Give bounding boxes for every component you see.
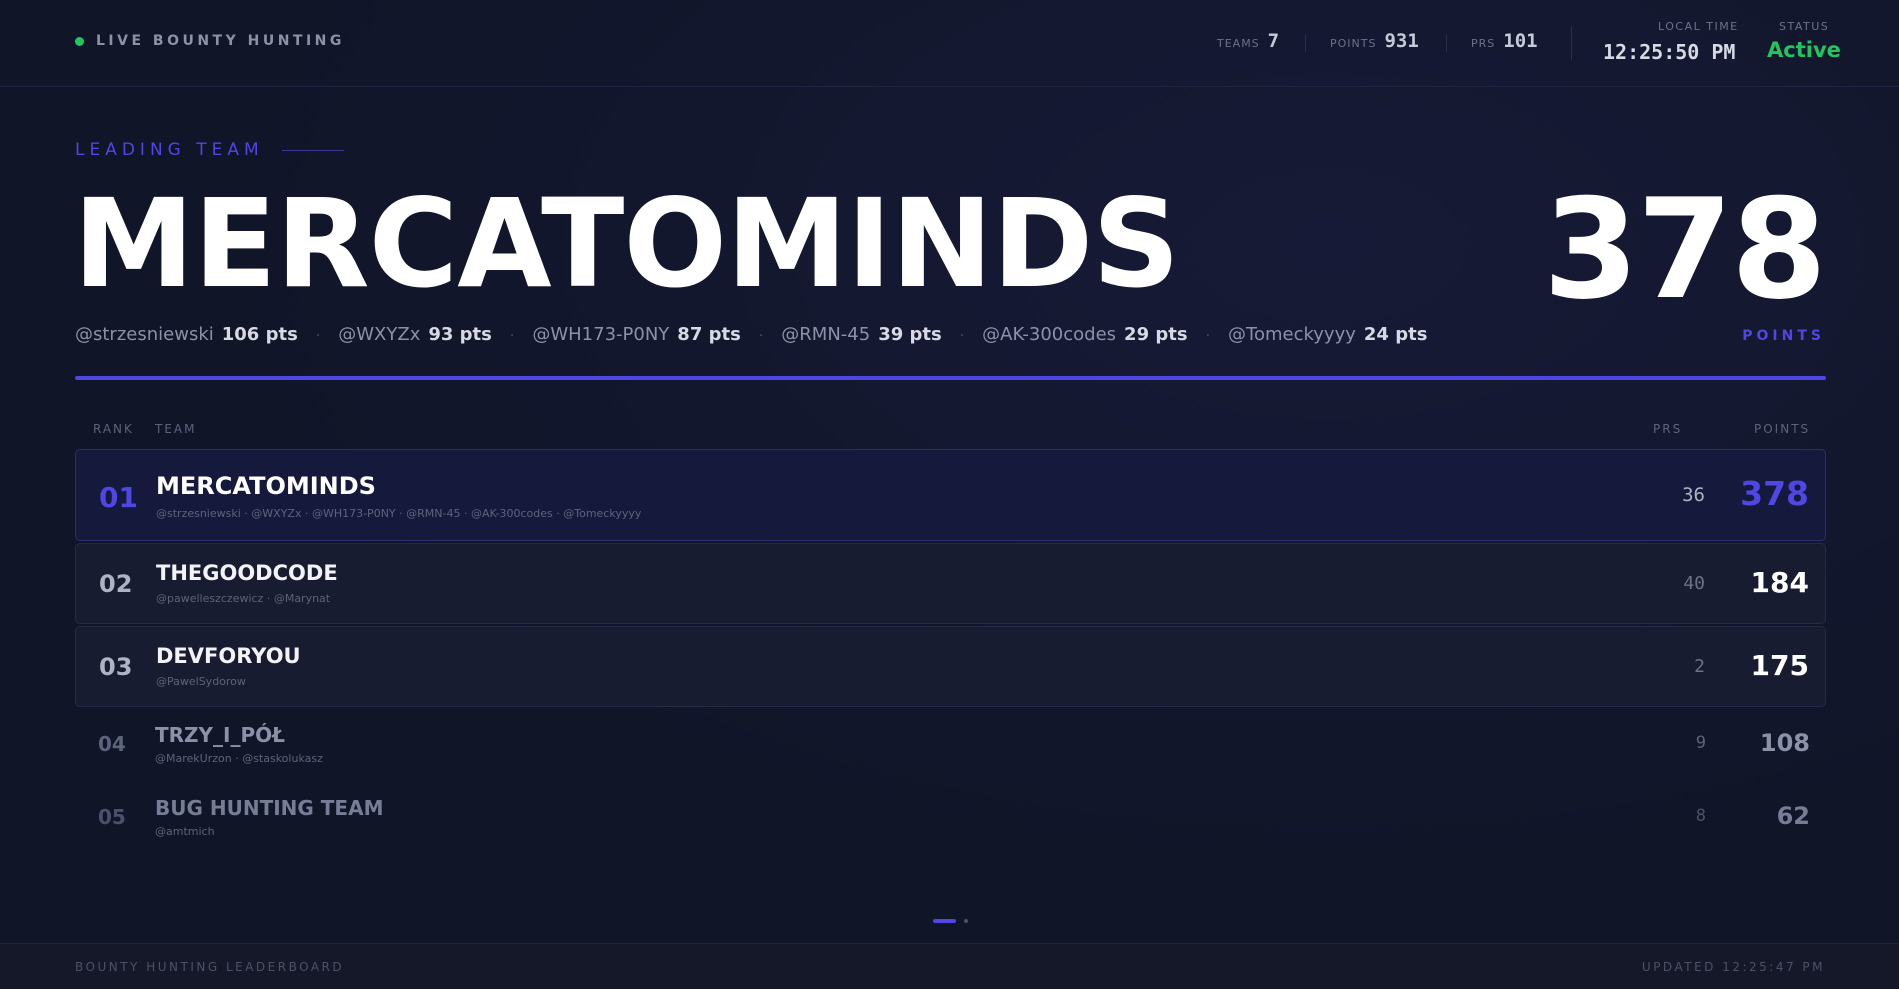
- member-points: 106 pts: [221, 324, 298, 345]
- column-header-rank: RANK: [93, 422, 134, 436]
- member-points: 87 pts: [677, 324, 741, 345]
- member-points: 39 pts: [878, 324, 942, 345]
- top-bar: LIVE BOUNTY HUNTING TEAMS 7 POINTS 931 P…: [0, 0, 1899, 87]
- leading-team-points: 378: [1542, 169, 1827, 330]
- member-handle: @WH173-P0NY: [532, 324, 670, 345]
- footer-title: BOUNTY HUNTING LEADERBOARD: [75, 960, 345, 974]
- separator: ·: [1205, 328, 1211, 344]
- member-points: 29 pts: [1124, 324, 1188, 345]
- row-team-members: @pawelleszczewicz · @Marynat: [156, 592, 331, 605]
- member-handle: @WXYZx: [338, 324, 421, 345]
- row-rank: 05: [98, 805, 126, 829]
- status-label: STATUS: [1779, 20, 1830, 33]
- page-dot-active[interactable]: [933, 919, 956, 923]
- table-row[interactable]: 02 THEGOODCODE @pawelleszczewicz · @Mary…: [75, 543, 1826, 624]
- divider: [1571, 26, 1572, 60]
- brand-title: LIVE BOUNTY HUNTING: [96, 33, 345, 49]
- stat-prs-value: 101: [1503, 30, 1538, 52]
- row-points: 108: [1759, 729, 1810, 757]
- row-points: 175: [1750, 649, 1809, 682]
- stat-prs-label: PRS: [1471, 37, 1496, 50]
- row-team-name: BUG HUNTING TEAM: [155, 796, 384, 820]
- row-rank: 03: [99, 653, 133, 681]
- footer: BOUNTY HUNTING LEADERBOARD UPDATED 12:25…: [0, 943, 1899, 989]
- local-time-label: LOCAL TIME: [1658, 20, 1739, 33]
- table-row[interactable]: 05 BUG HUNTING TEAM @amtmich 8 62: [75, 782, 1826, 852]
- footer-updated: UPDATED 12:25:47 PM: [1641, 960, 1825, 974]
- row-points: 184: [1750, 566, 1809, 599]
- stat-prs: PRS 101: [1471, 30, 1538, 52]
- row-team-members: @strzesniewski · @WXYZx · @WH173-P0NY · …: [156, 507, 642, 520]
- separator: ·: [758, 328, 764, 344]
- row-points: 62: [1776, 802, 1810, 830]
- separator: ·: [315, 328, 321, 344]
- divider: [1446, 34, 1447, 52]
- leading-team-label: LEADING TEAM: [75, 140, 264, 160]
- brand: LIVE BOUNTY HUNTING: [75, 33, 345, 49]
- separator: ·: [959, 328, 965, 344]
- row-points: 378: [1740, 474, 1809, 513]
- row-team-name: MERCATOMINDS: [156, 472, 376, 500]
- points-caption: POINTS: [1742, 328, 1825, 344]
- page-dot[interactable]: [964, 919, 968, 923]
- page-indicator: [933, 919, 968, 923]
- member-handle: @strzesniewski: [75, 324, 214, 345]
- column-header-team: TEAM: [155, 422, 197, 436]
- stat-points-label: POINTS: [1330, 37, 1377, 50]
- stat-teams: TEAMS 7: [1217, 30, 1279, 52]
- leading-team-name: MERCATOMINDS: [73, 173, 1180, 315]
- row-prs: 8: [1695, 806, 1706, 826]
- member-points: 24 pts: [1363, 324, 1428, 345]
- table-row[interactable]: 04 TRZY_I_PÓŁ @MarekUrzon · @staskolukas…: [75, 709, 1826, 779]
- row-prs: 2: [1694, 656, 1705, 677]
- table-row[interactable]: 01 MERCATOMINDS @strzesniewski · @WXYZx …: [75, 449, 1826, 541]
- row-team-name: THEGOODCODE: [156, 561, 338, 585]
- heading-rule: [281, 149, 344, 151]
- row-team-members: @PawelSydorow: [156, 675, 246, 688]
- row-team-members: @MarekUrzon · @staskolukasz: [155, 752, 323, 765]
- row-team-members: @amtmich: [155, 825, 215, 838]
- member-handle: @Tomeckyyyy: [1228, 324, 1356, 345]
- live-indicator-icon: [75, 36, 84, 46]
- row-prs: 36: [1682, 484, 1705, 506]
- member-handle: @AK-300codes: [982, 324, 1117, 345]
- stat-points-value: 931: [1384, 30, 1419, 52]
- row-team-name: DEVFORYOU: [156, 644, 301, 668]
- stat-points: POINTS 931: [1330, 30, 1419, 52]
- row-team-name: TRZY_I_PÓŁ: [155, 723, 285, 747]
- divider: [1305, 34, 1306, 52]
- member-points: 93 pts: [428, 324, 492, 345]
- local-time-value: 12:25:50 PM: [1603, 40, 1736, 64]
- member-handle: @RMN-45: [781, 324, 871, 345]
- separator: ·: [509, 328, 515, 344]
- leading-team-heading: LEADING TEAM: [75, 140, 344, 160]
- status-badge: Active: [1767, 38, 1841, 62]
- leading-team-members: @strzesniewski 106 pts · @WXYZx 93 pts ·…: [75, 324, 1427, 345]
- stat-teams-label: TEAMS: [1217, 37, 1260, 50]
- row-rank: 02: [99, 570, 133, 598]
- table-row[interactable]: 03 DEVFORYOU @PawelSydorow 2 175: [75, 626, 1826, 707]
- stat-teams-value: 7: [1267, 30, 1280, 52]
- accent-divider: [75, 376, 1826, 380]
- row-rank: 01: [99, 481, 138, 514]
- row-rank: 04: [98, 732, 126, 756]
- row-prs: 9: [1695, 733, 1706, 753]
- column-header-points: POINTS: [1754, 422, 1811, 436]
- column-header-prs: PRS: [1653, 422, 1683, 436]
- row-prs: 40: [1683, 573, 1705, 594]
